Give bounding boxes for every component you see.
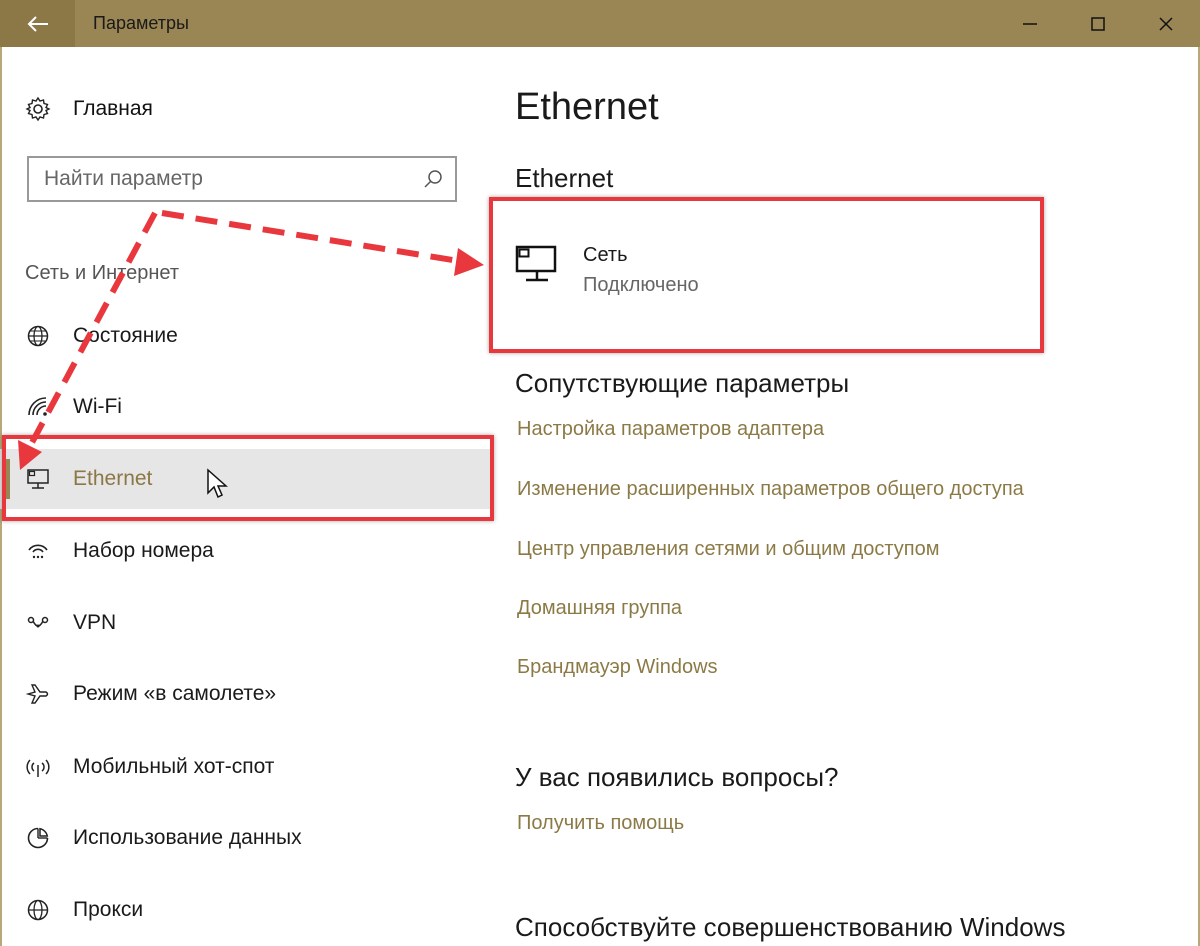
selection-indicator	[4, 459, 10, 499]
improve-windows-title: Способствуйте совершенствованию Windows	[515, 912, 1066, 942]
network-center-link[interactable]: Центр управления сетями и общим доступом	[517, 538, 940, 561]
window-title: Параметры	[93, 13, 189, 33]
search-icon[interactable]	[423, 169, 443, 189]
minimize-icon	[1023, 22, 1037, 25]
back-arrow-icon	[27, 15, 48, 32]
back-button[interactable]	[0, 0, 75, 47]
network-text: Сеть Подключено	[583, 240, 699, 300]
hotspot-icon	[25, 754, 51, 780]
network-item[interactable]: Сеть Подключено	[515, 240, 699, 300]
sidebar-item-label: Набор номера	[73, 539, 214, 562]
sidebar-item-airplane[interactable]: Режим «в самолете»	[0, 664, 490, 724]
sidebar-item-label: Wi-Fi	[73, 395, 122, 418]
sidebar-item-vpn[interactable]: VPN	[0, 593, 490, 653]
sidebar-item-data-usage[interactable]: Использование данных	[0, 808, 490, 868]
maximize-button[interactable]	[1064, 0, 1132, 47]
firewall-link[interactable]: Брандмауэр Windows	[517, 656, 718, 679]
search-input[interactable]: Найти параметр	[27, 156, 457, 202]
sidebar-item-ethernet[interactable]: Ethernet	[0, 449, 490, 509]
sidebar-home[interactable]: Главная	[25, 92, 153, 126]
sidebar-item-dialup[interactable]: Набор номера	[0, 521, 490, 581]
data-usage-icon	[25, 825, 51, 851]
adapter-settings-link[interactable]: Настройка параметров адаптера	[517, 418, 824, 441]
related-settings-title: Сопутствующие параметры	[515, 368, 850, 398]
globe-icon	[25, 323, 51, 349]
settings-window: Параметры Главная Найти параметр Сеть и …	[0, 0, 1200, 946]
sidebar-item-hotspot[interactable]: Мобильный хот-спот	[0, 737, 490, 797]
search-placeholder: Найти параметр	[44, 167, 203, 190]
window-controls	[996, 0, 1200, 47]
advanced-sharing-link[interactable]: Изменение расширенных параметров общего …	[517, 478, 1024, 501]
sidebar-item-label: Прокси	[73, 898, 144, 921]
homegroup-link[interactable]: Домашняя группа	[517, 597, 682, 620]
annotation-arrow-right	[161, 210, 484, 276]
section-title-ethernet: Ethernet	[515, 163, 614, 193]
sidebar-item-label: Использование данных	[73, 826, 302, 849]
proxy-globe-icon	[25, 897, 51, 923]
get-help-link[interactable]: Получить помощь	[517, 812, 684, 835]
airplane-icon	[25, 681, 51, 707]
sidebar-item-label: Мобильный хот-спот	[73, 755, 275, 778]
sidebar-section-label: Сеть и Интернет	[25, 262, 180, 284]
sidebar-item-label: VPN	[73, 611, 117, 634]
network-status: Подключено	[583, 274, 699, 296]
close-icon	[1159, 16, 1173, 31]
network-name: Сеть	[583, 244, 628, 266]
minimize-button[interactable]	[996, 0, 1064, 47]
title-bar: Параметры	[0, 0, 1200, 47]
maximize-icon	[1091, 16, 1105, 31]
page-title: Ethernet	[515, 86, 659, 128]
close-button[interactable]	[1132, 0, 1200, 47]
gear-icon	[25, 96, 51, 122]
sidebar-item-wifi[interactable]: Wi-Fi	[0, 377, 490, 437]
sidebar-item-label: Состояние	[73, 324, 178, 347]
vpn-icon	[25, 610, 51, 636]
dialup-icon	[25, 538, 51, 564]
mouse-cursor-icon	[207, 468, 228, 499]
sidebar-item-status[interactable]: Состояние	[0, 306, 490, 366]
sidebar-item-label: Режим «в самолете»	[73, 682, 277, 705]
questions-title: У вас появились вопросы?	[515, 762, 839, 792]
ethernet-icon	[25, 466, 51, 492]
wifi-icon	[25, 394, 51, 420]
network-monitor-icon	[515, 245, 557, 282]
sidebar-item-label: Ethernet	[73, 467, 153, 490]
sidebar-item-proxy[interactable]: Прокси	[0, 880, 490, 940]
home-label: Главная	[73, 97, 153, 120]
